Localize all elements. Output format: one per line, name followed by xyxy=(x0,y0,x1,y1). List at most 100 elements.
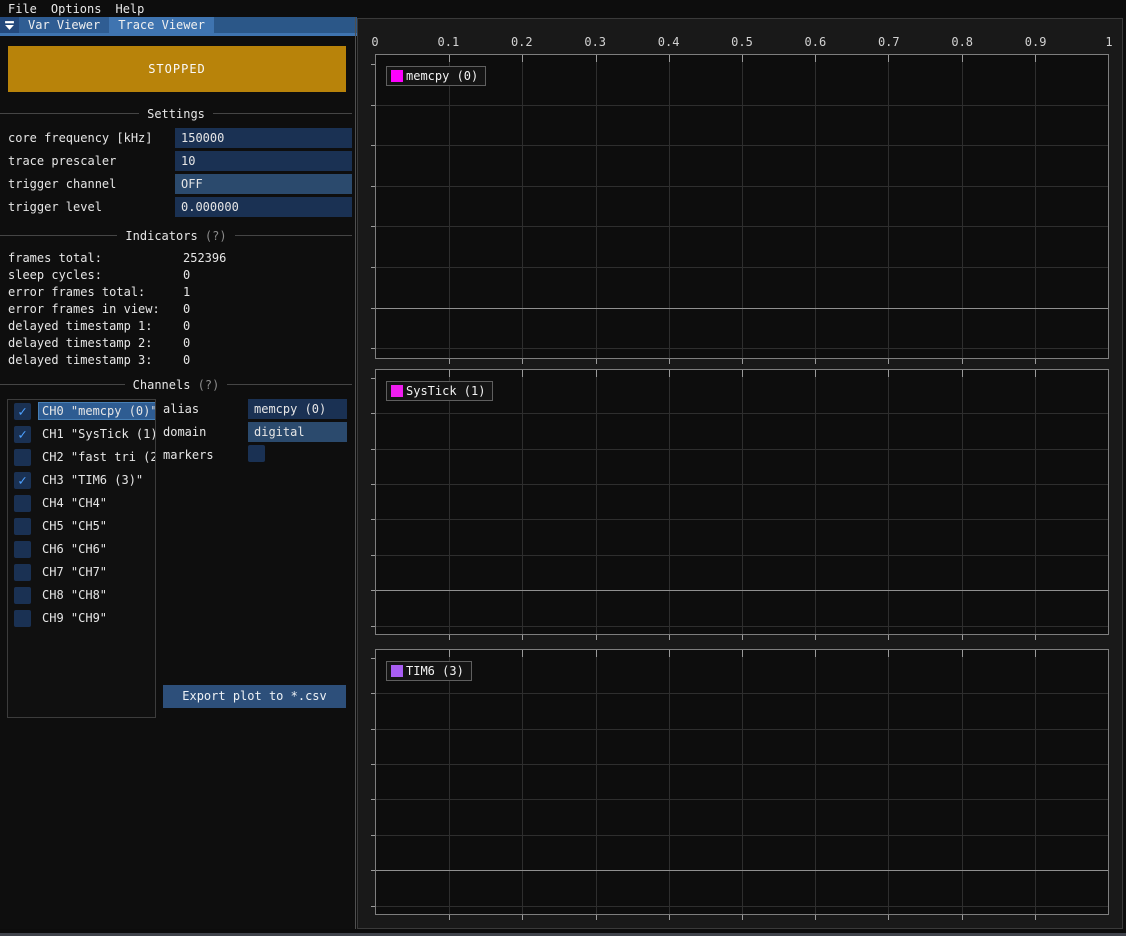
channel-checkbox[interactable]: ✓ xyxy=(14,564,31,581)
domain-combo[interactable]: digital xyxy=(248,422,347,442)
settings-section: core frequency [kHz]150000trace prescale… xyxy=(0,127,352,219)
vertical-gridline xyxy=(888,650,889,914)
menu-item-help[interactable]: Help xyxy=(115,2,144,16)
channel-list[interactable]: ✓ CH0 "memcpy (0)" ✓ CH1 "SysTick (1) ✓ CH2 "… xyxy=(7,399,156,718)
vertical-gridline xyxy=(888,55,889,358)
settings-title: Settings xyxy=(139,107,213,121)
plot-legend[interactable]: memcpy (0) xyxy=(386,66,486,86)
indicators-help-hint[interactable]: (?) xyxy=(205,229,227,243)
panel-divider[interactable] xyxy=(355,17,356,929)
collapse-arrow-icon xyxy=(4,20,15,31)
channel-row: ✓ CH2 "fast tri (2 xyxy=(8,446,155,469)
x-tick-mark xyxy=(596,370,597,377)
channel-checkbox[interactable]: ✓ xyxy=(14,403,31,420)
channel-row: ✓ CH6 "CH6" xyxy=(8,538,155,561)
channel-checkbox[interactable]: ✓ xyxy=(14,495,31,512)
channel-name[interactable]: CH2 "fast tri (2 xyxy=(39,449,156,465)
y-tick-mark xyxy=(371,267,375,268)
channel-checkbox[interactable]: ✓ xyxy=(14,426,31,443)
x-tick-mark xyxy=(522,370,523,377)
channel-checkbox[interactable]: ✓ xyxy=(14,587,31,604)
trigger-level-input[interactable]: 0.000000 xyxy=(175,197,352,217)
channel-name[interactable]: CH4 "CH4" xyxy=(39,495,110,511)
channel-row: ✓ CH0 "memcpy (0)" xyxy=(8,400,155,423)
channel-name[interactable]: CH9 "CH9" xyxy=(39,610,110,626)
menu-item-file[interactable]: File xyxy=(8,2,37,16)
tab-var-viewer[interactable]: Var Viewer xyxy=(19,17,109,33)
channel-name[interactable]: CH0 "memcpy (0)" xyxy=(39,403,156,419)
channel-name[interactable]: CH5 "CH5" xyxy=(39,518,110,534)
x-tick-mark xyxy=(1035,370,1036,377)
channel-checkbox[interactable]: ✓ xyxy=(14,472,31,489)
window-collapse-button[interactable] xyxy=(0,17,19,33)
menu-item-options[interactable]: Options xyxy=(51,2,102,16)
x-axis-tick-label: 0 xyxy=(371,35,378,49)
channel-name[interactable]: CH7 "CH7" xyxy=(39,564,110,580)
channel-checkbox[interactable]: ✓ xyxy=(14,541,31,558)
x-tick-mark xyxy=(815,55,816,62)
trace-prescaler-input[interactable]: 10 xyxy=(175,151,352,171)
x-tick-mark xyxy=(742,55,743,62)
x-axis-tick-label: 0.3 xyxy=(584,35,606,49)
horizontal-gridline xyxy=(376,267,1108,268)
channel-checkbox[interactable]: ✓ xyxy=(14,610,31,627)
y-tick-mark xyxy=(371,590,375,591)
channel-name[interactable]: CH6 "CH6" xyxy=(39,541,110,557)
x-tick-mark xyxy=(1035,650,1036,657)
x-axis-tick-label: 0.4 xyxy=(658,35,680,49)
x-tick-mark xyxy=(815,370,816,377)
plot-systick-1[interactable]: SysTick (1) xyxy=(375,369,1109,635)
indicator-value: 1 xyxy=(183,285,190,299)
x-tick-mark xyxy=(522,359,523,364)
channel-name[interactable]: CH3 "TIM6 (3)" xyxy=(39,472,146,488)
y-tick-mark xyxy=(371,799,375,800)
x-tick-mark xyxy=(815,650,816,657)
x-axis-tick-label: 0.7 xyxy=(878,35,900,49)
setting-label: trigger level xyxy=(8,200,102,214)
legend-label: SysTick (1) xyxy=(406,384,485,398)
trigger-channel-combo[interactable]: OFF xyxy=(175,174,352,194)
channel-checkbox[interactable]: ✓ xyxy=(14,518,31,535)
x-tick-mark xyxy=(888,650,889,657)
x-tick-mark xyxy=(888,359,889,364)
channel-name[interactable]: CH8 "CH8" xyxy=(39,587,110,603)
alias-input[interactable]: memcpy (0) xyxy=(248,399,347,419)
x-axis-tick-label: 0.5 xyxy=(731,35,753,49)
x-tick-mark xyxy=(815,635,816,640)
plot-legend[interactable]: SysTick (1) xyxy=(386,381,493,401)
x-tick-mark xyxy=(962,55,963,62)
legend-color-swatch xyxy=(391,385,403,397)
plot-memcpy-0[interactable]: memcpy (0) xyxy=(375,54,1109,359)
y-tick-mark xyxy=(371,764,375,765)
horizontal-gridline xyxy=(376,906,1108,907)
tab-bar: Var ViewerTrace Viewer xyxy=(0,17,357,33)
vertical-gridline xyxy=(522,55,523,358)
x-tick-mark xyxy=(522,915,523,920)
x-tick-mark xyxy=(1035,915,1036,920)
x-tick-mark xyxy=(742,370,743,377)
core-frequency-khz--input[interactable]: 150000 xyxy=(175,128,352,148)
y-tick-mark xyxy=(371,413,375,414)
export-csv-button[interactable]: Export plot to *.csv xyxy=(163,685,346,708)
alias-label: alias xyxy=(163,402,199,416)
x-axis-tick-label: 0.8 xyxy=(951,35,973,49)
channel-checkbox[interactable]: ✓ xyxy=(14,449,31,466)
plot-legend[interactable]: TIM6 (3) xyxy=(386,661,472,681)
channels-help-hint[interactable]: (?) xyxy=(198,378,220,392)
x-tick-mark xyxy=(1035,635,1036,640)
x-axis-tick-label: 0.1 xyxy=(438,35,460,49)
vertical-gridline xyxy=(522,370,523,634)
indicator-value: 0 xyxy=(183,302,190,316)
acquisition-state-button[interactable]: STOPPED xyxy=(8,46,346,92)
x-tick-mark xyxy=(888,55,889,62)
x-tick-mark xyxy=(449,55,450,62)
plot-tim6-3[interactable]: TIM6 (3) xyxy=(375,649,1109,915)
vertical-gridline xyxy=(742,370,743,634)
x-tick-mark xyxy=(815,359,816,364)
markers-checkbox[interactable]: ✓ xyxy=(248,445,265,462)
x-tick-mark xyxy=(962,635,963,640)
channel-name[interactable]: CH1 "SysTick (1) xyxy=(39,426,156,442)
channels-separator: Channels (?) xyxy=(0,377,352,392)
check-icon: ✓ xyxy=(18,428,26,442)
tab-trace-viewer[interactable]: Trace Viewer xyxy=(109,17,214,33)
